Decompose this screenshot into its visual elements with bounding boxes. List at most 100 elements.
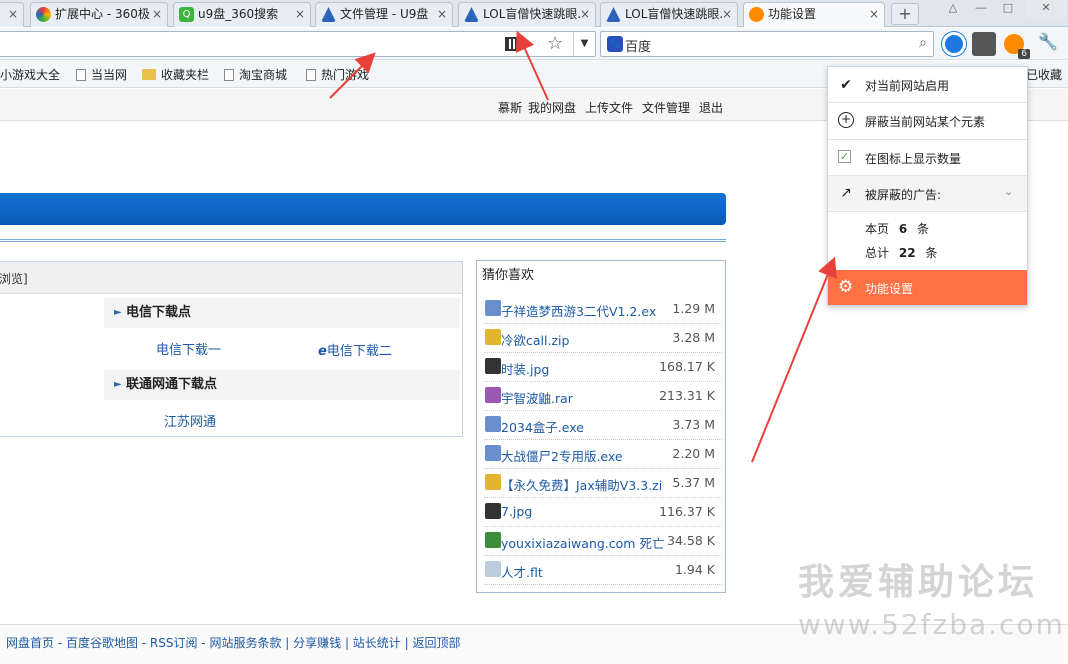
video-icon[interactable]: [942, 32, 966, 56]
logout-link[interactable]: 退出: [699, 99, 723, 116]
baidu-icon[interactable]: 🐾: [607, 36, 623, 52]
telecom-logo-icon: e: [318, 344, 327, 359]
menu-blocked-ads[interactable]: ↗ 被屏蔽的广告: ⌄: [828, 176, 1027, 211]
file-name[interactable]: 7.jpg: [501, 504, 669, 519]
file-size: 3.73 M: [672, 417, 715, 432]
file-row[interactable]: 冷欲call.zip 3.28 M: [484, 324, 722, 353]
adblock-icon[interactable]: 6: [1002, 32, 1030, 59]
checkbox-checked-icon[interactable]: ✓: [838, 150, 851, 163]
search-box[interactable]: 🐾 百度 ⌕: [600, 31, 934, 57]
dropdown-icon[interactable]: ▼: [573, 32, 595, 56]
chart-icon: ↗: [840, 185, 852, 201]
file-name[interactable]: 冷欲call.zip: [501, 330, 669, 349]
menu-label: 在图标上显示数量: [865, 152, 962, 166]
stat-total: 总计 22 条: [865, 244, 1064, 264]
link-label: 电信下载二: [326, 344, 392, 359]
tab-label: 扩展中心 - 360极: [55, 7, 150, 21]
bookmark-taobao[interactable]: 淘宝商城: [224, 66, 287, 83]
file-row[interactable]: 时装.jpg 168.17 K: [484, 353, 722, 382]
file-type-icon: [485, 387, 501, 403]
address-bar[interactable]: ☆ ▼: [0, 31, 596, 57]
tab-lol-1[interactable]: LOL盲僧快速跳眼. ×: [458, 2, 596, 27]
file-name[interactable]: 2034盒子.exe: [501, 417, 669, 436]
file-row[interactable]: 【永久免费】Jax辅助V3.3.zi 5.37 M: [484, 469, 722, 498]
search-icon[interactable]: ⌕: [919, 35, 927, 51]
file-size: 5.37 M: [672, 475, 715, 490]
new-tab-button[interactable]: +: [891, 3, 919, 25]
file-row[interactable]: 2034盒子.exe 3.73 M: [484, 411, 722, 440]
file-row[interactable]: 人才.flt 1.94 K: [484, 556, 722, 585]
menu-label: 被屏蔽的广告:: [865, 188, 942, 202]
file-row[interactable]: 子祥造梦西游3二代V1.2.ex 1.29 M: [484, 295, 722, 324]
bookmark-label: 热门游戏: [321, 68, 370, 82]
stat-unit: 条: [917, 222, 930, 236]
footer-links[interactable]: 网盘首页 - 百度谷歌地图 - RSS订阅 - 网站服务条款 | 分享赚钱 | …: [6, 634, 460, 651]
menu-settings[interactable]: ⚙ 功能设置: [828, 270, 1027, 305]
maximize-icon[interactable]: □: [995, 0, 1021, 18]
file-manager-link[interactable]: 文件管理: [642, 99, 690, 116]
tab-close-icon[interactable]: ×: [869, 3, 879, 25]
telecom-download-2[interactable]: e电信下载二: [318, 340, 392, 359]
page-icon: [76, 69, 86, 81]
file-row[interactable]: 大战僵尸2专用版.exe 2.20 M: [484, 440, 722, 469]
file-name[interactable]: 时装.jpg: [501, 359, 669, 378]
telecom-download-1[interactable]: 电信下载一: [156, 339, 221, 358]
bookmark-collected[interactable]: 已收藏: [1026, 66, 1062, 83]
skin-icon[interactable]: △: [940, 0, 966, 18]
tab-extensions[interactable]: 扩展中心 - 360极 ×: [30, 2, 168, 27]
stat-value: 22: [898, 246, 916, 260]
file-name[interactable]: 宇智波鼬.rar: [501, 388, 669, 407]
file-name[interactable]: youxixiazaiwang.com 死亡: [501, 533, 669, 552]
tab-close-icon[interactable]: ×: [152, 3, 162, 25]
menu-separator: [828, 211, 1027, 212]
gear-icon: ⚙: [838, 277, 854, 297]
tab-settings[interactable]: 功能设置 ×: [743, 2, 885, 27]
qr-code-icon[interactable]: [505, 37, 519, 51]
file-type-icon: [485, 561, 501, 577]
tab-file-manager[interactable]: 文件管理 - U9盘 ×: [315, 2, 453, 27]
unicom-download-1[interactable]: 江苏网通: [164, 411, 216, 430]
minimize-icon[interactable]: ―: [968, 0, 994, 18]
menu-enable-site[interactable]: ✔ 对当前网站启用: [828, 67, 1027, 102]
u9-icon: [606, 7, 621, 22]
bookmark-hot-games[interactable]: 热门游戏: [306, 66, 369, 83]
camera-icon[interactable]: [972, 32, 996, 56]
username-link[interactable]: 慕斯: [498, 99, 522, 116]
menu-show-count[interactable]: ✓ 在图标上显示数量: [828, 140, 1027, 175]
my-disk-link[interactable]: 我的网盘: [528, 99, 576, 116]
tab-close-icon[interactable]: ×: [8, 3, 18, 25]
wrench-icon[interactable]: 🔧: [1036, 32, 1060, 56]
tab-label: LOL盲僧快速跳眼.: [625, 7, 724, 21]
file-name[interactable]: 子祥造梦西游3二代V1.2.ex: [501, 301, 669, 320]
file-row[interactable]: 7.jpg 116.37 K: [484, 498, 722, 527]
bookmark-mini-games[interactable]: 小游戏大全: [0, 66, 60, 83]
close-window-icon[interactable]: ✕: [1026, 0, 1066, 18]
tab-partial[interactable]: ×: [0, 2, 24, 27]
tab-lol-2[interactable]: LOL盲僧快速跳眼. ×: [600, 2, 738, 27]
menu-block-element[interactable]: + 屏蔽当前网站某个元素: [828, 103, 1027, 138]
tab-bar: × 扩展中心 - 360极 × Q u9盘_360搜索 × 文件管理 - U9盘…: [0, 0, 1068, 27]
watermark-url: www.52fzba.com: [798, 608, 1065, 641]
search-engine-label: 百度: [625, 40, 652, 55]
tab-u9-search[interactable]: Q u9盘_360搜索 ×: [173, 2, 311, 27]
bookmark-label: 淘宝商城: [239, 68, 288, 82]
file-name[interactable]: 大战僵尸2专用版.exe: [501, 446, 669, 465]
recommend-title: 猜你喜欢: [482, 268, 535, 283]
watermark-text: 我爱辅助论坛: [798, 562, 1039, 603]
tab-close-icon[interactable]: ×: [437, 3, 447, 25]
file-name[interactable]: 【永久免费】Jax辅助V3.3.zi: [501, 475, 669, 494]
header-text: 浏览]: [0, 272, 28, 286]
file-name[interactable]: 人才.flt: [501, 562, 669, 581]
bookmark-favorites[interactable]: 收藏夹栏: [142, 66, 209, 83]
file-row[interactable]: 宇智波鼬.rar 213.31 K: [484, 382, 722, 411]
file-type-icon: [485, 474, 501, 490]
star-icon[interactable]: ☆: [547, 33, 563, 54]
file-size: 1.29 M: [672, 301, 715, 316]
bookmark-dangdang[interactable]: 当当网: [76, 66, 127, 83]
file-row[interactable]: youxixiazaiwang.com 死亡 34.58 K: [484, 527, 722, 556]
tab-close-icon[interactable]: ×: [722, 3, 732, 25]
tab-close-icon[interactable]: ×: [580, 3, 590, 25]
tab-close-icon[interactable]: ×: [295, 3, 305, 25]
upload-link[interactable]: 上传文件: [585, 99, 633, 116]
chevron-down-icon[interactable]: ⌄: [1004, 185, 1013, 198]
